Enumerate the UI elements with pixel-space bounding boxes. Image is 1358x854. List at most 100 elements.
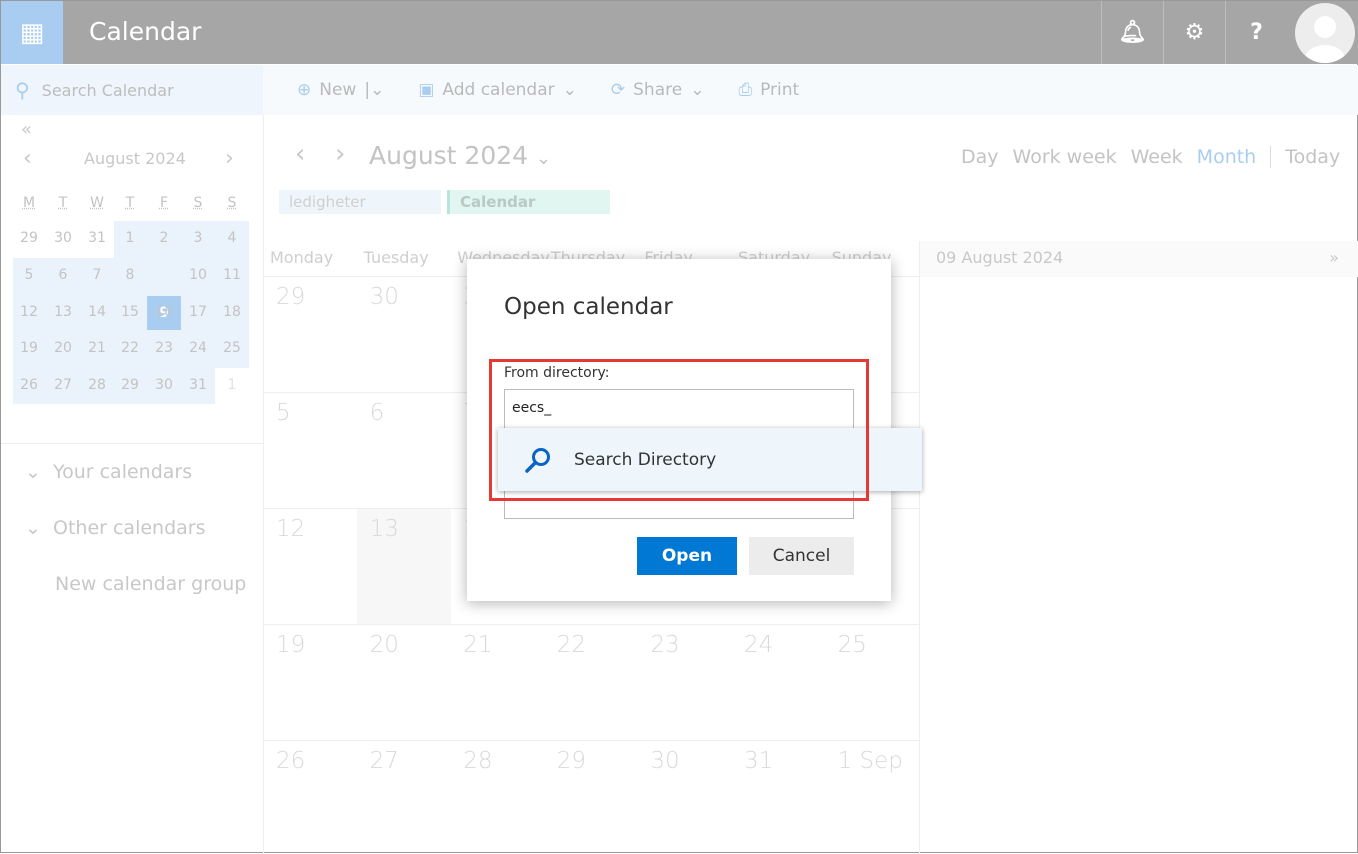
new-calendar-group[interactable]: New calendar group <box>55 573 246 595</box>
day-cell[interactable]: 20 <box>370 632 399 658</box>
expand-panel-icon[interactable]: » <box>1329 248 1339 267</box>
day-cell[interactable]: 22 <box>557 632 586 658</box>
mini-day[interactable]: 1 <box>215 377 249 393</box>
mini-day[interactable]: 31 <box>80 230 114 246</box>
day-cell[interactable]: 5 <box>276 400 291 426</box>
view-work-week[interactable]: Work week <box>1013 146 1117 168</box>
mini-weekday: S <box>227 195 237 211</box>
mini-weekday: F <box>159 195 169 211</box>
mini-day[interactable]: 3 <box>181 230 215 246</box>
mini-day[interactable]: 4 <box>215 230 249 246</box>
bell-icon[interactable]: 🔔︎ <box>1101 1 1163 64</box>
mini-prev-month[interactable]: ‹ <box>23 146 32 171</box>
calendar-add-icon: ▣ <box>418 80 435 100</box>
highlight-box <box>489 359 869 501</box>
day-cell[interactable]: 1 Sep <box>838 748 903 774</box>
mini-day[interactable]: 27 <box>46 377 80 393</box>
day-cell[interactable]: 26 <box>276 748 305 774</box>
mini-day[interactable]: 10 <box>181 267 215 283</box>
day-cell[interactable]: 23 <box>650 632 679 658</box>
app-launcher-icon[interactable]: ▦ <box>1 1 63 64</box>
prev-month-button[interactable]: ‹ <box>295 139 305 169</box>
day-cell[interactable]: 28 <box>463 748 492 774</box>
day-cell[interactable]: 21 <box>463 632 492 658</box>
mini-day[interactable]: 21 <box>80 340 114 356</box>
chevron-down-icon: ⌄ <box>562 80 577 100</box>
mini-day[interactable]: 6 <box>46 267 80 283</box>
printer-icon: ⎙ <box>738 80 753 100</box>
next-month-button[interactable]: › <box>335 139 345 169</box>
mini-day[interactable]: 11 <box>215 267 249 283</box>
chevron-down-icon[interactable]: |⌄ <box>364 80 384 100</box>
share-button[interactable]: ⟳ Share ⌄ <box>611 80 705 100</box>
mini-day[interactable]: 14 <box>80 304 114 320</box>
mini-weekday: S <box>193 195 203 211</box>
mini-day[interactable]: 22 <box>113 340 147 356</box>
mini-day[interactable]: 28 <box>80 377 114 393</box>
mini-day[interactable]: 29 <box>113 377 147 393</box>
day-cell[interactable]: 25 <box>838 632 867 658</box>
day-cell[interactable]: 27 <box>370 748 399 774</box>
avatar[interactable] <box>1295 3 1355 63</box>
day-cell[interactable]: 31 <box>744 748 773 774</box>
month-selector[interactable]: August 2024 ⌄ <box>369 141 551 170</box>
mini-day[interactable]: 31 <box>181 377 215 393</box>
mini-day[interactable]: 5 <box>12 267 46 283</box>
view-day[interactable]: Day <box>961 146 999 168</box>
day-cell[interactable]: 29 <box>276 284 305 310</box>
mini-next-month[interactable]: › <box>225 146 234 171</box>
mini-day[interactable]: 20 <box>46 340 80 356</box>
day-cell[interactable]: 6 <box>370 400 385 426</box>
mini-month-label: August 2024 <box>84 149 186 168</box>
new-button[interactable]: ⊕ New |⌄ <box>297 80 384 100</box>
chevron-down-icon: ⌄ <box>690 80 705 100</box>
mini-day[interactable]: 19 <box>12 340 46 356</box>
mini-day[interactable]: 30 <box>46 230 80 246</box>
day-cell[interactable]: 24 <box>744 632 773 658</box>
day-cell[interactable]: 12 <box>276 516 305 542</box>
mini-day[interactable]: 18 <box>215 304 249 320</box>
view-month[interactable]: Month <box>1197 146 1257 168</box>
mini-day[interactable]: 2 <box>147 230 181 246</box>
today-button[interactable]: Today <box>1270 146 1340 168</box>
mini-day[interactable]: 7 <box>80 267 114 283</box>
calendar-chip-calendar[interactable]: Calendar <box>447 190 610 214</box>
view-week[interactable]: Week <box>1131 146 1183 168</box>
grid-line <box>919 241 920 854</box>
mini-day[interactable]: 29 <box>12 230 46 246</box>
day-cell[interactable]: 30 <box>370 284 399 310</box>
help-icon[interactable]: ? <box>1225 1 1287 64</box>
gear-icon[interactable]: ⚙ <box>1163 1 1225 64</box>
mini-day[interactable]: 8 <box>113 267 147 283</box>
mini-weekday: M <box>22 195 36 211</box>
open-button[interactable]: Open <box>637 537 737 575</box>
mini-day[interactable]: 26 <box>12 377 46 393</box>
your-calendars-toggle[interactable]: ⌄ Your calendars <box>25 461 192 483</box>
mini-day[interactable]: 23 <box>147 340 181 356</box>
day-cell[interactable]: 29 <box>557 748 586 774</box>
print-button[interactable]: ⎙ Print <box>738 80 799 100</box>
view-switcher: Day Work week Week Month Today <box>961 146 1340 168</box>
mini-day[interactable]: 30 <box>147 377 181 393</box>
dialog-title: Open calendar <box>504 294 673 320</box>
mini-day[interactable]: 16 <box>147 304 181 320</box>
grid-line <box>264 624 920 625</box>
collapse-sidebar-icon[interactable]: « <box>21 119 32 140</box>
search-input[interactable]: Search Calendar <box>42 81 174 100</box>
day-cell[interactable]: 19 <box>276 632 305 658</box>
mini-day[interactable]: 1 <box>113 230 147 246</box>
mini-day[interactable]: 15 <box>113 304 147 320</box>
mini-day[interactable]: 24 <box>181 340 215 356</box>
calendar-chip-ledigheter[interactable]: ledigheter <box>279 190 441 214</box>
search-calendar[interactable]: ⚲ Search Calendar <box>1 65 263 115</box>
weekday-header: Monday <box>270 248 334 267</box>
mini-day[interactable]: 17 <box>181 304 215 320</box>
mini-day[interactable]: 12 <box>12 304 46 320</box>
add-calendar-button[interactable]: ▣ Add calendar ⌄ <box>418 80 577 100</box>
day-cell[interactable]: 30 <box>650 748 679 774</box>
mini-day[interactable]: 13 <box>46 304 80 320</box>
other-calendars-toggle[interactable]: ⌄ Other calendars <box>25 517 206 539</box>
cancel-button[interactable]: Cancel <box>749 537 854 575</box>
mini-day[interactable]: 25 <box>215 340 249 356</box>
day-cell[interactable]: 13 <box>370 516 399 542</box>
